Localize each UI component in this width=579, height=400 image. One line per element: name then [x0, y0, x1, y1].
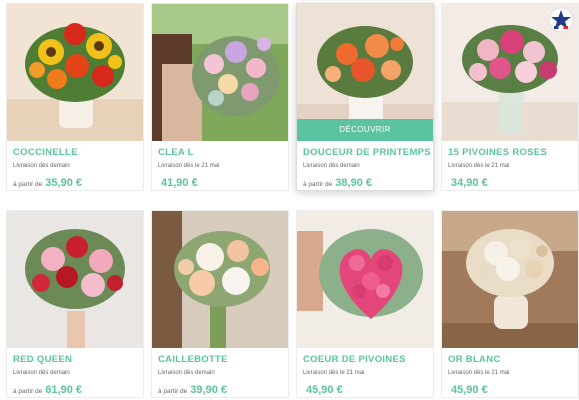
product-name[interactable]: OR BLANC [448, 354, 501, 365]
product-name[interactable]: DOUCEUR DE PRINTEMPS [303, 147, 431, 158]
price-row: 45,90 € [448, 383, 488, 398]
product-name[interactable]: CAILLEBOTTE [158, 354, 228, 365]
delivery-info: Livraison dès le 21 mai [303, 370, 365, 376]
product-image[interactable] [442, 211, 578, 348]
fleurs-de-france-badge-icon [548, 7, 574, 33]
product-price: 41,90 € [161, 177, 198, 189]
product-price: 34,90 € [451, 177, 488, 189]
product-name[interactable]: COEUR DE PIVOINES [303, 354, 406, 365]
price-row: à partir de 39,90 € [158, 383, 227, 398]
price-prefix: à partir de [13, 388, 43, 395]
product-card-or-blanc[interactable]: OR BLANC Livraison dès le 21 mai 45,90 € [441, 210, 579, 398]
product-card-coccinelle[interactable]: COCCINELLE Livraison dès demain à partir… [6, 3, 144, 191]
price-prefix: à partir de [13, 181, 43, 188]
product-image[interactable] [297, 211, 433, 348]
price-row: 41,90 € [158, 176, 198, 191]
delivery-info: Livraison dès demain [303, 163, 360, 169]
product-name[interactable]: COCCINELLE [13, 147, 78, 158]
delivery-info: Livraison dès le 21 mai [448, 163, 510, 169]
product-card-15-pivoines-roses[interactable]: 15 PIVOINES ROSES Livraison dès le 21 ma… [441, 3, 579, 191]
delivery-info: Livraison dès le 21 mai [158, 163, 220, 169]
product-card-clea-l[interactable]: CLEA L Livraison dès le 21 mai 41,90 € [151, 3, 289, 191]
product-price: 39,90 € [190, 384, 227, 396]
product-price: 45,90 € [306, 384, 343, 396]
product-card-caillebotte[interactable]: CAILLEBOTTE Livraison dès demain à parti… [151, 210, 289, 398]
delivery-info: Livraison dès le 21 mai [448, 370, 510, 376]
product-image[interactable] [7, 211, 143, 348]
delivery-info: Livraison dès demain [158, 370, 215, 376]
delivery-info: Livraison dès demain [13, 370, 70, 376]
discover-button[interactable]: DÉCOUVRIR [297, 119, 433, 141]
product-price: 61,90 € [45, 384, 82, 396]
product-card-red-queen[interactable]: RED QUEEN Livraison dès demain à partir … [6, 210, 144, 398]
product-image[interactable] [152, 211, 288, 348]
product-name[interactable]: 15 PIVOINES ROSES [448, 147, 547, 158]
price-row: à partir de 61,90 € [13, 383, 82, 398]
price-row: 34,90 € [448, 176, 488, 191]
price-prefix: à partir de [158, 388, 188, 395]
price-prefix: à partir de [303, 181, 333, 188]
product-price: 35,90 € [45, 177, 82, 189]
price-row: à partir de 38,90 € [303, 176, 372, 191]
product-name[interactable]: RED QUEEN [13, 354, 72, 365]
product-image[interactable] [152, 4, 288, 141]
product-card-coeur-de-pivoines[interactable]: COEUR DE PIVOINES Livraison dès le 21 ma… [296, 210, 434, 398]
product-price: 38,90 € [335, 177, 372, 189]
product-name[interactable]: CLEA L [158, 147, 194, 158]
price-row: à partir de 35,90 € [13, 176, 82, 191]
product-price: 45,90 € [451, 384, 488, 396]
price-row: 45,90 € [303, 383, 343, 398]
delivery-info: Livraison dès demain [13, 163, 70, 169]
product-card-douceur-de-printemps[interactable]: DÉCOUVRIR DOUCEUR DE PRINTEMPS Livraison… [296, 3, 434, 191]
product-image[interactable] [7, 4, 143, 141]
